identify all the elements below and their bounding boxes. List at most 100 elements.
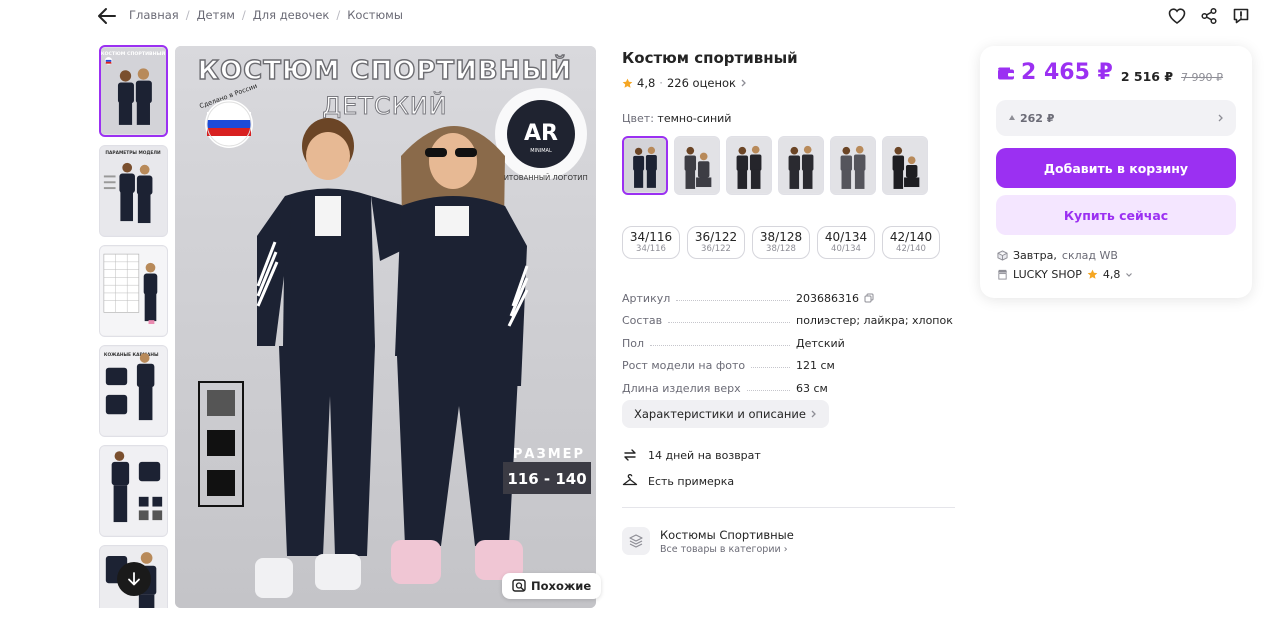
size-main: 34/116	[629, 230, 673, 244]
share-icon[interactable]	[1198, 6, 1220, 26]
article-value: 203686316	[796, 291, 859, 305]
size-sub: 38/128	[766, 244, 796, 254]
color-key: Цвет:	[622, 112, 654, 125]
thumbnail-4[interactable]: КОЖАНЫЕ КАРМАНЫ	[99, 345, 168, 437]
price-without-wallet: 2 516 ₽	[1120, 68, 1174, 84]
return-feature: 14 дней на возврат	[622, 447, 761, 463]
chevron-down-icon	[1126, 272, 1133, 277]
size-option[interactable]: 42/140 42/140	[882, 226, 940, 259]
seller-rating: 4,8	[1102, 268, 1121, 281]
spec-value: 121 см	[796, 359, 835, 373]
installment-amount: 262 ₽	[1020, 111, 1055, 125]
star-icon	[1087, 269, 1098, 279]
heart-icon[interactable]	[1166, 6, 1188, 26]
category-name: Костюмы Спортивные	[660, 527, 794, 542]
breadcrumb-item[interactable]: Костюмы	[347, 8, 403, 22]
installment-row[interactable]: 262 ₽	[996, 100, 1236, 136]
spec-row: Пол Детский	[622, 327, 952, 350]
size-option[interactable]: 40/134 40/134	[817, 226, 875, 259]
spec-row: Состав полиэстер; лайкра; хлопок	[622, 305, 953, 328]
thumbnail-1[interactable]: КОСТЮМ СПОРТИВНЫЙ	[99, 45, 168, 137]
specs-list: Артикул 203686316 Состав полиэстер; лайкра…	[622, 282, 953, 395]
color-swatch[interactable]	[622, 136, 668, 195]
size-selector: 34/116 34/116 36/122 36/122 38/128 38/128 4…	[622, 226, 940, 259]
rating-value: 4,8	[637, 76, 656, 90]
color-swatch[interactable]	[882, 136, 928, 195]
fitting-text: Есть примерка	[648, 474, 735, 488]
divider	[622, 507, 955, 508]
price-value: 2 465 ₽	[1021, 60, 1113, 85]
back-arrow-icon[interactable]	[96, 6, 118, 26]
size-option[interactable]: 38/128 38/128	[752, 226, 810, 259]
star-icon	[622, 78, 633, 88]
similar-button[interactable]: Похожие	[502, 573, 602, 599]
search-image-icon	[512, 579, 526, 592]
spec-key: Пол	[622, 336, 645, 350]
copy-icon[interactable]	[864, 293, 874, 303]
similar-label: Похожие	[531, 579, 592, 593]
report-icon[interactable]	[1230, 6, 1252, 26]
logo-text: AR	[524, 121, 558, 146]
delivery-day: Завтра,	[1013, 249, 1057, 262]
spec-row: Артикул 203686316	[622, 282, 952, 305]
spec-key: Рост модели на фото	[622, 359, 746, 373]
size-main: 38/128	[759, 230, 803, 244]
category-all-link[interactable]: Все товары в категории ›	[660, 544, 794, 555]
price-row: 2 465 ₽ 2 516 ₽ 7 990 ₽	[997, 60, 1223, 85]
image-subheadline: ДЕТСКИЙ	[322, 91, 447, 120]
spec-value: 63 см	[796, 381, 828, 395]
size-main: 42/140	[889, 230, 933, 244]
color-swatch[interactable]	[726, 136, 772, 195]
old-price: 7 990 ₽	[1181, 70, 1224, 84]
thumbnail-caption: ПАРАМЕТРЫ МОДЕЛИ	[105, 150, 161, 156]
seller-info[interactable]: LUCKY SHOP 4,8	[997, 268, 1133, 281]
buy-now-button[interactable]: Купить сейчас	[996, 195, 1236, 235]
spec-key: Артикул	[622, 291, 671, 305]
color-swatch[interactable]	[778, 136, 824, 195]
size-main: 40/134	[824, 230, 868, 244]
logo-ring-text: ПРИТОВАННЫЙ ЛОГОТИП	[494, 173, 588, 182]
category-link[interactable]: Костюмы Спортивные Все товары в категори…	[622, 527, 794, 555]
thumbnail-5[interactable]	[99, 445, 168, 537]
return-text: 14 дней на возврат	[648, 448, 761, 462]
arrow-down-icon	[128, 572, 140, 586]
size-option[interactable]: 36/122 36/122	[687, 226, 745, 259]
color-swatch[interactable]	[830, 136, 876, 195]
color-value: темно-синий	[657, 112, 732, 125]
spec-key: Длина изделия верх	[622, 381, 741, 395]
return-arrows-icon	[624, 449, 636, 461]
thumbnail-2[interactable]: ПАРАМЕТРЫ МОДЕЛИ	[99, 145, 168, 237]
chevron-right-icon	[1218, 114, 1223, 122]
thumbnail-3[interactable]	[99, 245, 168, 337]
breadcrumb-item[interactable]: Детям	[197, 8, 235, 22]
spec-row: Длина изделия верх 63 см	[622, 372, 952, 395]
wallet-icon	[998, 67, 1014, 79]
image-headline: КОСТЮМ СПОРТИВНЫЙ	[198, 54, 572, 86]
rating[interactable]: 4,8 · 226 оценок	[622, 76, 747, 90]
breadcrumb-item[interactable]: Для девочек	[253, 8, 330, 22]
size-option[interactable]: 34/116 34/116	[622, 226, 680, 259]
size-main: 36/122	[694, 230, 738, 244]
characteristics-label: Характеристики и описание	[634, 407, 806, 421]
scroll-down-button[interactable]	[117, 562, 151, 596]
thumbnail-list: КОСТЮМ СПОРТИВНЫЙ ПАРАМЕТРЫ МОДЕЛИ КОЖАН…	[99, 45, 169, 608]
reviews-count: 226 оценок	[666, 76, 736, 90]
add-to-cart-button[interactable]: Добавить в корзину	[996, 148, 1236, 188]
color-label: Цвет: темно-синий	[622, 112, 731, 125]
breadcrumb: Главная / Детям / Для девочек / Костюмы	[129, 8, 403, 22]
layers-icon	[622, 527, 650, 555]
characteristics-button[interactable]: Характеристики и описание	[622, 400, 829, 428]
triangle-up-icon	[1009, 115, 1015, 120]
color-swatch[interactable]	[674, 136, 720, 195]
spec-value: Детский	[796, 336, 845, 350]
breadcrumb-item[interactable]: Главная	[129, 8, 179, 22]
size-sub: 34/116	[636, 244, 666, 254]
logo-sub: MINIMAL	[530, 148, 552, 154]
seller-name: LUCKY SHOP	[1013, 268, 1082, 281]
main-product-image[interactable]: КОСТЮМ СПОРТИВНЫЙ ДЕТСКИЙ Сделано в Росс…	[175, 46, 596, 608]
price-with-wallet: 2 465 ₽	[997, 60, 1113, 85]
box-icon	[997, 250, 1008, 261]
size-sub: 36/122	[701, 244, 731, 254]
spec-value: полиэстер; лайкра; хлопок	[796, 314, 953, 328]
color-swatches	[622, 136, 928, 195]
